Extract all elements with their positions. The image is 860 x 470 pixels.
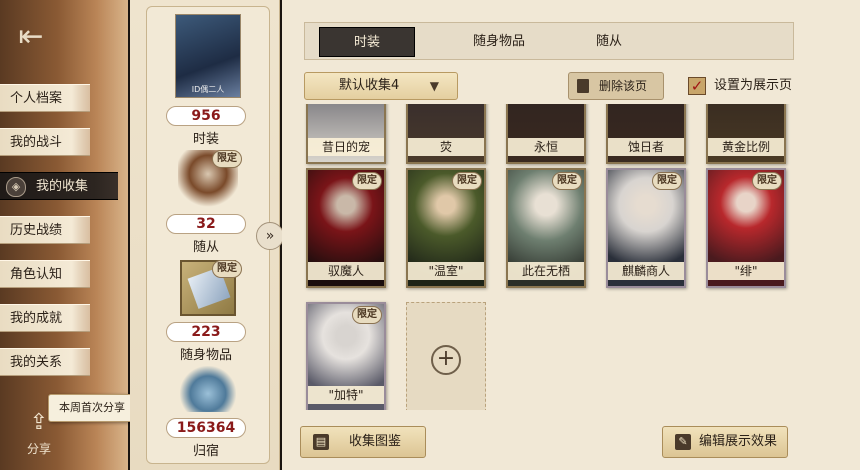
category-tabs: 时装 随身物品 随从	[304, 22, 794, 60]
card-name: 昔日的宠	[308, 138, 384, 156]
costume-card[interactable]: 黄金比例	[706, 104, 786, 164]
set-display-checkbox[interactable]: ✓ 设置为展示页	[686, 72, 836, 100]
nav-item-label: 我的成就	[10, 311, 63, 326]
delete-page-label: 删除该页	[599, 79, 648, 93]
costume-card[interactable]: 限定 此在无栖	[506, 168, 586, 288]
card-name: 麒麟商人	[608, 262, 684, 280]
collection-select[interactable]: 默认收集4 ▼	[304, 72, 458, 100]
nav-item-label: 角色认知	[10, 267, 63, 282]
main-panel: 时装 随身物品 随从 默认收集4 ▼ 删除该页 ✓ 设置为展示页 昔日的宠 荧 …	[282, 0, 860, 470]
home-label: 归宿	[192, 444, 219, 459]
atlas-label: 收集图鉴	[349, 434, 402, 449]
tab-label: 随身物品	[472, 34, 525, 49]
costume-card[interactable]: 荧	[406, 104, 486, 164]
card-name: "加特"	[308, 386, 384, 404]
costume-label: 时装	[192, 132, 219, 147]
limited-tag: 限定	[652, 172, 682, 190]
limited-tag: 限定	[212, 260, 242, 278]
edit-display-button[interactable]: ✎ 编辑展示效果	[662, 426, 788, 458]
nav-item-relations[interactable]: 我的关系	[0, 348, 90, 376]
share-label: 分享	[26, 442, 51, 456]
collection-select-value: 默认收集4	[339, 78, 400, 93]
follower-label: 随从	[192, 240, 219, 255]
card-name: 荧	[408, 138, 484, 156]
shield-icon: ◈	[6, 177, 26, 197]
card-name: 驭魔人	[308, 262, 384, 280]
costume-card[interactable]: 限定 "温室"	[406, 168, 486, 288]
follower-count: 32	[166, 214, 246, 234]
costume-card[interactable]: 限定 "绯"	[706, 168, 786, 288]
check-icon: ✓	[688, 77, 706, 95]
card-name: 蚀日者	[608, 138, 684, 156]
edit-icon: ✎	[675, 434, 691, 450]
costume-card[interactable]: 限定 麒麟商人	[606, 168, 686, 288]
limited-tag: 限定	[212, 150, 242, 168]
delete-page-button[interactable]: 删除该页	[568, 72, 664, 100]
limited-tag: 限定	[352, 172, 382, 190]
tab-costume[interactable]: 时装	[319, 27, 415, 57]
chevron-down-icon: ▼	[429, 79, 439, 93]
accessory-count: 223	[166, 322, 246, 342]
exit-icon[interactable]: ⇤	[14, 20, 48, 54]
nav-item-label: 我的战斗	[10, 135, 63, 150]
card-name: "温室"	[408, 262, 484, 280]
limited-tag: 限定	[552, 172, 582, 190]
limited-tag: 限定	[352, 306, 382, 324]
set-display-label: 设置为展示页	[714, 78, 793, 93]
tab-follower[interactable]: 随从	[561, 27, 657, 57]
costume-card[interactable]: 限定 "加特"	[306, 302, 386, 410]
tab-label: 随从	[595, 34, 622, 49]
costume-card[interactable]: 蚀日者	[606, 104, 686, 164]
thumb-caption: ID偶二人	[191, 85, 225, 94]
share-tip-text: 本周首次分享	[59, 401, 125, 414]
limited-tag: 限定	[452, 172, 482, 190]
costume-grid: 昔日的宠 荧 永恒 蚀日者 黄金比例 限定 驭魔人 限定 "温室" 限定 此在无…	[300, 104, 820, 410]
tab-accessory[interactable]: 随身物品	[451, 27, 547, 57]
nav-item-battle[interactable]: 我的战斗	[0, 128, 90, 156]
nav-item-character[interactable]: 角色认知	[0, 260, 90, 288]
book-icon: ▤	[313, 434, 329, 450]
plus-icon: +	[431, 345, 461, 375]
expand-arrow-icon[interactable]: »	[256, 222, 284, 250]
nav-item-achievements[interactable]: 我的成就	[0, 304, 90, 332]
collection-atlas-button[interactable]: ▤ 收集图鉴	[300, 426, 426, 458]
tab-label: 时装	[353, 35, 380, 50]
costume-card[interactable]: 永恒	[506, 104, 586, 164]
edit-display-label: 编辑展示效果	[699, 434, 778, 449]
home-thumbnail[interactable]	[180, 366, 236, 412]
card-name: 永恒	[508, 138, 584, 156]
costume-count: 956	[166, 106, 246, 126]
nav-item-label: 个人档案	[10, 91, 63, 106]
home-count: 156364	[166, 418, 246, 438]
limited-tag: 限定	[752, 172, 782, 190]
nav-item-history[interactable]: 历史战绩	[0, 216, 90, 244]
nav-item-label: 我的收集	[36, 179, 89, 194]
card-name: "绯"	[708, 262, 784, 280]
nav-item-collection[interactable]: ◈ 我的收集	[0, 172, 118, 200]
card-name: 此在无栖	[508, 262, 584, 280]
costume-card[interactable]: 限定 驭魔人	[306, 168, 386, 288]
nav-item-label: 历史战绩	[10, 223, 63, 238]
costume-card[interactable]: 昔日的宠	[306, 104, 386, 164]
card-name: 黄金比例	[708, 138, 784, 156]
add-costume-slot[interactable]: +	[406, 302, 486, 410]
accessory-label: 随身物品	[179, 348, 232, 363]
nav-item-label: 我的关系	[10, 355, 63, 370]
nav-item-profile[interactable]: 个人档案	[0, 84, 90, 112]
trash-icon	[577, 79, 589, 93]
costume-thumbnail[interactable]: ID偶二人	[175, 14, 241, 98]
